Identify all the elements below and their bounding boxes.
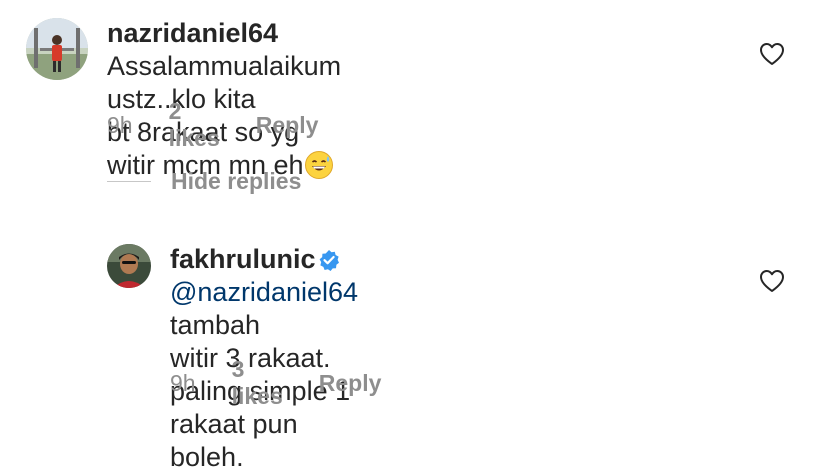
reply-button[interactable]: Reply [256, 112, 319, 139]
comment-meta: 9h 2 likes Reply [107, 98, 354, 152]
reply-time: 9h [170, 369, 196, 396]
like-heart-icon[interactable] [759, 269, 785, 293]
reply-mention-link[interactable]: @nazridaniel64 [170, 277, 358, 307]
comment-time: 9h [107, 111, 133, 138]
hide-replies-label[interactable]: Hide replies [171, 168, 301, 195]
divider-line [107, 181, 151, 182]
reply-likes[interactable]: 3 likes [232, 356, 283, 410]
reply-button[interactable]: Reply [319, 370, 382, 397]
avatar[interactable] [26, 18, 88, 80]
verified-badge-icon [318, 246, 340, 271]
reply-text-line1: tambah [170, 310, 261, 340]
hide-replies-toggle[interactable]: Hide replies [107, 168, 301, 195]
reply-username[interactable]: fakhrulunic [170, 244, 316, 274]
comment-username[interactable]: nazridaniel64 [107, 18, 278, 48]
avatar[interactable] [107, 244, 151, 288]
like-heart-icon[interactable] [759, 42, 785, 66]
comment-likes[interactable]: 2 likes [169, 98, 220, 152]
reply-text-line3: boleh. [170, 442, 244, 472]
grinning-sweat-emoji-icon [304, 150, 334, 180]
reply-meta: 9h 3 likes Reply [170, 356, 417, 410]
